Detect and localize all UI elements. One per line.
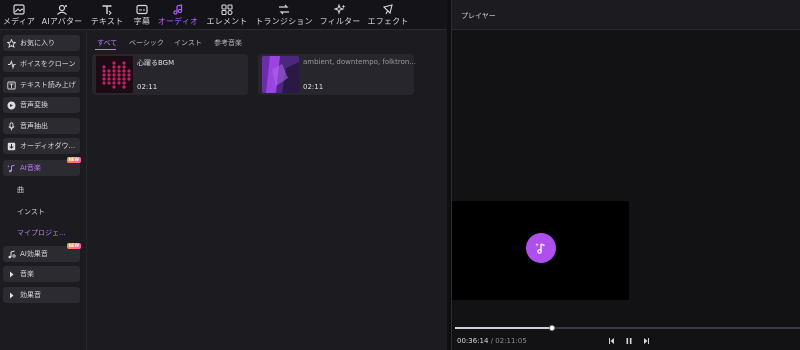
tool-effect[interactable]: エフェクト xyxy=(368,3,408,29)
tool-media-label: メディア xyxy=(2,17,36,26)
tool-audio-label: オーディオ xyxy=(157,17,199,26)
tool-audio[interactable]: オーディオ xyxy=(158,3,198,29)
sidebar-subitem-my-projects[interactable]: マイプロジェ... xyxy=(17,228,66,238)
sidebar-item-label: AI音楽 xyxy=(20,164,41,172)
player-header: プレイヤー xyxy=(452,0,800,30)
sidebar-item-voice-clone[interactable]: ボイスをクローン xyxy=(3,56,80,72)
scrubber-handle[interactable] xyxy=(548,325,555,331)
sidebar-item-voice-extract[interactable]: 音声抽出 xyxy=(3,118,80,134)
sidebar-item-ai-music[interactable]: AI音楽 NEW xyxy=(3,157,81,176)
text-icon xyxy=(100,3,114,15)
playback-progress xyxy=(455,327,552,329)
playback-scrubber[interactable] xyxy=(455,325,800,331)
music-note-button[interactable] xyxy=(526,233,556,263)
current-time: 00:36:14 xyxy=(457,337,489,345)
sidebar-item-tts[interactable]: テキスト読み上げ xyxy=(3,77,80,93)
music-card[interactable]: 心躍るBGM 02:11 xyxy=(92,54,248,95)
caret-right-icon xyxy=(7,270,16,279)
sidebar-item-label: 音楽 xyxy=(20,270,34,278)
prev-frame-button[interactable] xyxy=(607,336,617,345)
music-duration: 02:11 xyxy=(303,83,324,91)
music-note-icon xyxy=(535,243,545,254)
tool-text[interactable]: テキスト xyxy=(90,3,124,29)
pause-icon xyxy=(626,337,632,344)
prev-frame-icon xyxy=(609,337,614,344)
sidebar-item-music[interactable]: 音楽 xyxy=(3,266,80,282)
sidebar-item-audio-download[interactable]: オーディオダウ... xyxy=(3,138,80,154)
tool-media[interactable]: メディア xyxy=(2,3,36,29)
sidebar-item-label: お気に入り xyxy=(20,39,55,47)
pause-button[interactable] xyxy=(624,336,634,345)
new-badge: NEW xyxy=(66,243,81,249)
media-icon xyxy=(12,3,26,15)
tool-ai-avatar-label: AIアバター xyxy=(41,17,83,26)
top-toolbar: メディア AIアバター テキスト 字幕 オーディオ エレメント トランジション xyxy=(0,0,447,30)
next-frame-icon xyxy=(644,337,649,344)
music-thumbnail xyxy=(96,56,133,93)
tool-subtitle-label: 字幕 xyxy=(133,17,151,26)
sidebar-item-label: テキスト読み上げ xyxy=(20,81,76,89)
audio-sidebar: お気に入り ボイスをクローン テキスト読み上げ 音声変換 音声抽出 オーディオダ… xyxy=(0,31,86,350)
voice-clone-icon xyxy=(7,59,16,69)
subtitle-icon xyxy=(135,3,149,15)
tool-transition-label: トランジション xyxy=(255,17,313,26)
video-preview[interactable] xyxy=(452,201,629,300)
player-panel: プレイヤー 00:36:14 / 02:11:05 xyxy=(451,0,800,350)
new-badge: NEW xyxy=(66,157,81,163)
voice-change-icon xyxy=(7,101,16,110)
sidebar-item-favorites[interactable]: お気に入り xyxy=(3,35,80,51)
music-thumbnail xyxy=(262,56,299,93)
tool-element[interactable]: エレメント xyxy=(207,3,247,29)
music-duration: 02:11 xyxy=(137,83,158,91)
star-icon xyxy=(7,38,16,48)
tab-active-indicator xyxy=(95,49,116,50)
transition-icon xyxy=(277,3,291,15)
effect-icon xyxy=(381,3,395,15)
sidebar-item-label: 効果音 xyxy=(20,291,41,299)
music-title: ambient, downtempo, folktron... xyxy=(303,58,416,66)
sidebar-subitem-song[interactable]: 曲 xyxy=(17,185,24,195)
tts-icon xyxy=(7,81,16,90)
tool-effect-label: エフェクト xyxy=(367,17,409,26)
sidebar-item-ai-sfx[interactable]: AI効果音 NEW xyxy=(3,243,81,262)
sidebar-item-label: 音声抽出 xyxy=(20,122,48,130)
mic-icon xyxy=(7,121,16,131)
audio-download-icon xyxy=(7,142,16,151)
sidebar-item-voice-change[interactable]: 音声変換 xyxy=(3,97,80,113)
ai-sfx-icon xyxy=(7,250,16,259)
player-title: プレイヤー xyxy=(461,12,496,20)
tab-instrumental[interactable]: インスト xyxy=(174,38,202,48)
timecode: 00:36:14 / 02:11:05 xyxy=(457,337,527,345)
sidebar-item-label: 音声変換 xyxy=(20,101,48,109)
total-time: / 02:11:05 xyxy=(490,337,527,345)
tool-element-label: エレメント xyxy=(206,17,248,26)
tool-transition[interactable]: トランジション xyxy=(255,3,313,29)
sidebar-item-label: オーディオダウ... xyxy=(20,142,76,150)
music-title: 心躍るBGM xyxy=(137,59,175,67)
audio-content: すべて ベーシック インスト 参考音楽 心躍るBGM 02:11 ambient… xyxy=(86,31,447,350)
left-panel: メディア AIアバター テキスト 字幕 オーディオ エレメント トランジション xyxy=(0,0,447,350)
tool-filter[interactable]: フィルター xyxy=(320,3,360,29)
tab-basic[interactable]: ベーシック xyxy=(129,38,164,48)
element-icon xyxy=(220,3,234,15)
sidebar-item-sfx[interactable]: 効果音 xyxy=(3,287,80,303)
filter-icon xyxy=(333,3,347,15)
ai-music-icon xyxy=(7,164,16,173)
tool-text-label: テキスト xyxy=(90,17,124,26)
next-frame-button[interactable] xyxy=(641,336,651,345)
tool-filter-label: フィルター xyxy=(319,17,361,26)
avatar-icon xyxy=(55,3,69,15)
sidebar-item-label: ボイスをクローン xyxy=(20,60,76,68)
sidebar-item-label: AI効果音 xyxy=(20,250,48,258)
tool-ai-avatar[interactable]: AIアバター xyxy=(41,3,83,29)
sidebar-subitem-instrumental[interactable]: インスト xyxy=(17,207,45,217)
tab-all[interactable]: すべて xyxy=(97,38,117,48)
audio-icon xyxy=(171,3,185,15)
caret-right-icon xyxy=(7,291,16,300)
music-card[interactable]: ambient, downtempo, folktron... 02:11 xyxy=(258,54,416,95)
tab-reference-music[interactable]: 参考音楽 xyxy=(214,38,242,48)
tool-subtitle[interactable]: 字幕 xyxy=(132,3,152,29)
